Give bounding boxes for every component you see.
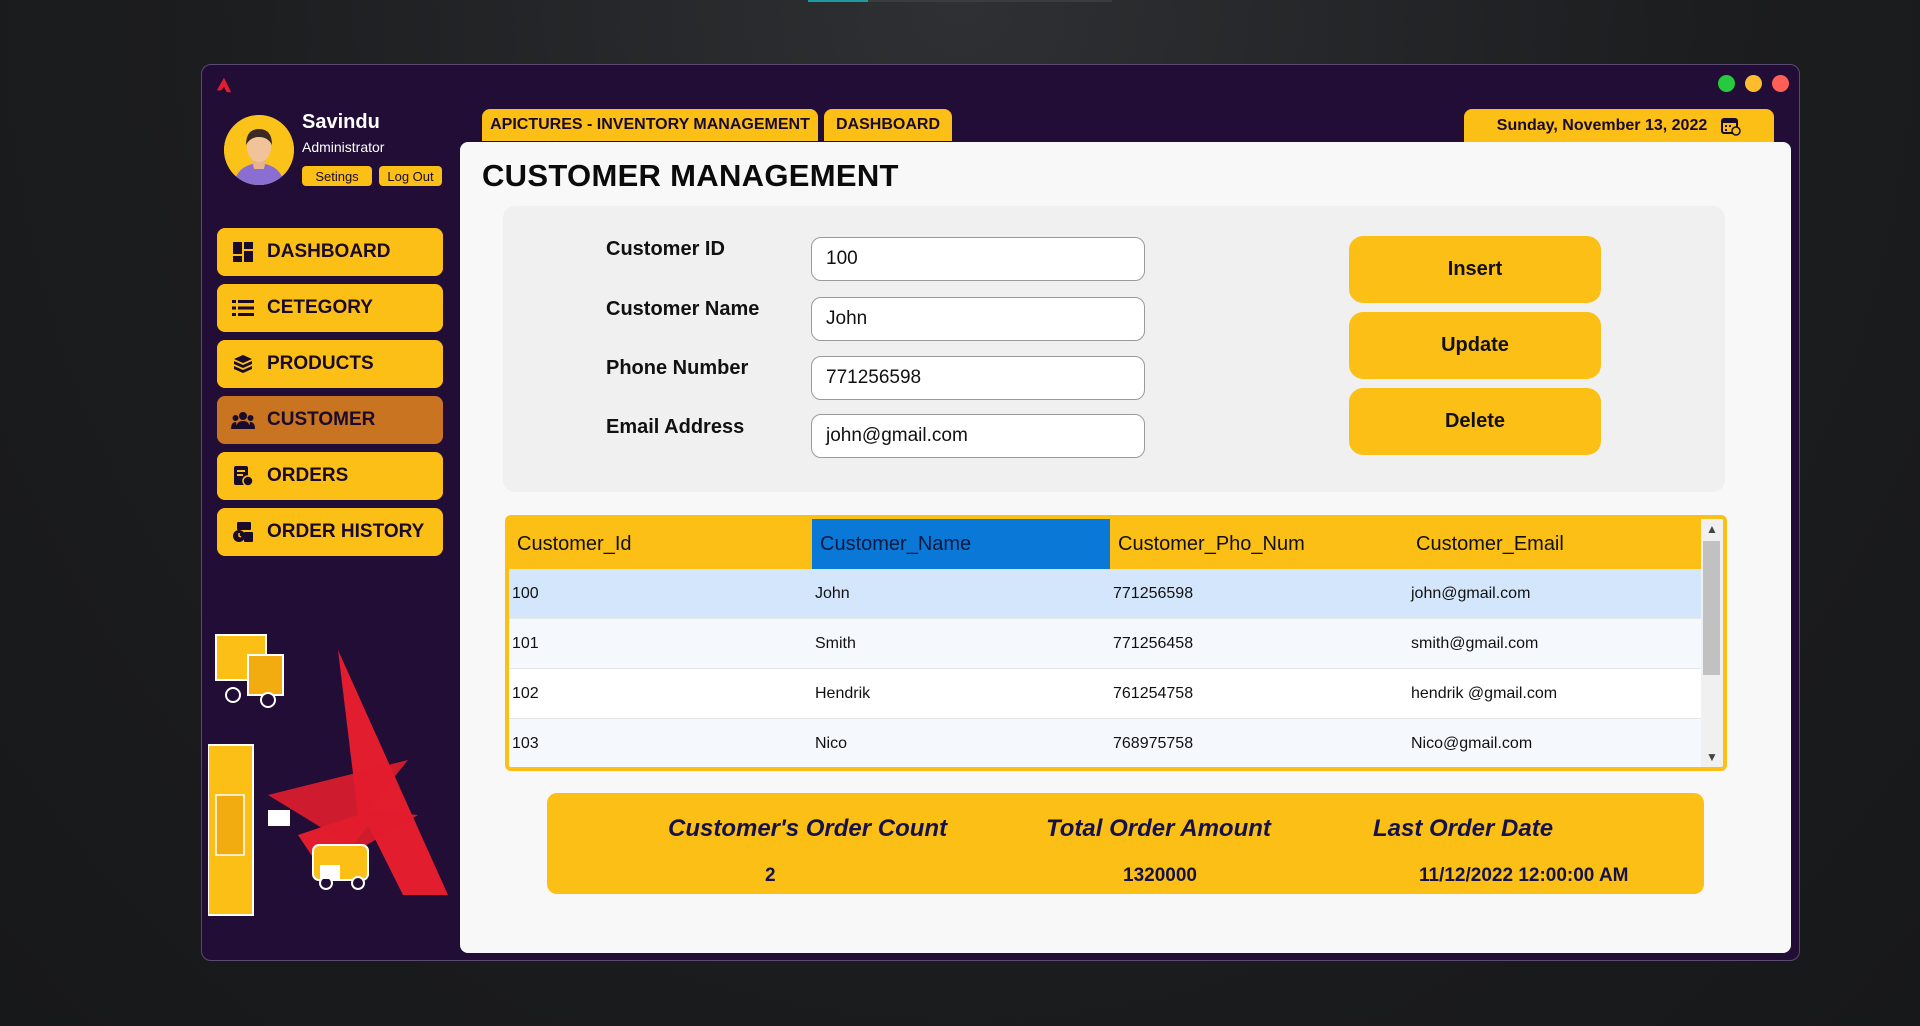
order-count-value: 2 [765,865,776,886]
table-row[interactable]: 100 John 771256598 john@gmail.com [509,569,1701,619]
table-header: Customer_Id Customer_Name Customer_Pho_N… [509,519,1701,569]
insert-button[interactable]: Insert [1349,236,1601,303]
cell-customer-id: 103 [512,734,539,752]
minimize-button[interactable] [1745,75,1762,92]
column-header-customer-email[interactable]: Customer_Email [1408,519,1701,569]
cell-customer-name: John [815,584,850,602]
column-header-customer-phone[interactable]: Customer_Pho_Num [1110,519,1408,569]
cell-customer-phone: 768975758 [1113,734,1194,752]
nav-item-dashboard[interactable]: DASHBOARD [217,228,443,276]
top-decoration [808,0,1112,2]
cell-customer-phone: 761254758 [1113,684,1194,702]
table-row[interactable]: 102 Hendrik 761254758 hendrik @gmail.com [509,669,1701,719]
cell-customer-phone: 771256458 [1113,634,1194,652]
order-summary-panel: Customer's Order Count 2 Total Order Amo… [547,793,1704,894]
main-content: CUSTOMER MANAGEMENT Customer ID 100 Cust… [460,142,1791,953]
calendar-icon[interactable] [1721,116,1741,136]
app-window: Savindu Administrator Setings Log Out DA… [201,64,1800,961]
cell-customer-name: Smith [815,634,856,652]
logout-button[interactable]: Log Out [379,166,442,186]
user-avatar-icon [224,115,294,185]
maximize-button[interactable] [1718,75,1735,92]
cell-customer-name: Nico [815,734,848,752]
customer-name-label: Customer Name [606,298,760,320]
cell-customer-email: hendrik @gmail.com [1411,684,1558,702]
cell-customer-email: smith@gmail.com [1411,634,1539,652]
column-header-customer-name[interactable]: Customer_Name [812,519,1110,569]
user-role: Administrator [302,139,385,155]
nav-label: CETEGORY [267,297,373,318]
cell-customer-email: john@gmail.com [1411,584,1531,602]
list-icon [231,297,255,319]
phone-number-label: Phone Number [606,357,749,379]
date-display: Sunday, November 13, 2022 [1464,109,1774,143]
date-label: Sunday, November 13, 2022 [1496,117,1708,134]
table-row[interactable]: 101 Smith 771256458 smith@gmail.com [509,619,1701,669]
phone-number-input[interactable]: 771256598 [811,356,1145,400]
tab-app-title[interactable]: APICTURES - INVENTORY MANAGEMENT [482,109,818,141]
nav-item-orders[interactable]: ORDERS [217,452,443,500]
cell-customer-id: 101 [512,634,539,652]
nav-item-customer[interactable]: CUSTOMER [217,396,443,444]
scrollbar-thumb[interactable] [1703,541,1720,675]
table-row[interactable]: 103 Nico 768975758 Nico@gmail.com [509,719,1701,767]
warehouse-illustration [208,634,448,916]
chevron-down-icon[interactable]: ▼ [1701,747,1723,767]
nav-label: PRODUCTS [267,353,374,374]
customer-table: Customer_Id Customer_Name Customer_Pho_N… [505,515,1727,771]
history-icon [231,521,255,543]
page-title: CUSTOMER MANAGEMENT [482,158,899,193]
cell-customer-phone: 771256598 [1113,584,1194,602]
nav-item-order-history[interactable]: ORDER HISTORY [217,508,443,556]
app-logo-icon [216,77,232,93]
column-header-customer-id[interactable]: Customer_Id [509,519,812,569]
delete-button[interactable]: Delete [1349,388,1601,455]
nav-label: DASHBOARD [267,241,391,262]
close-button[interactable] [1772,75,1789,92]
tab-dashboard[interactable]: DASHBOARD [824,109,952,141]
sidebar-nav: DASHBOARD CETEGORY PRODUCTS CUSTOMER ORD… [217,228,443,564]
settings-button[interactable]: Setings [302,166,372,186]
nav-label: CUSTOMER [267,409,376,430]
order-count-label: Customer's Order Count [668,815,948,842]
email-address-input[interactable]: john@gmail.com [811,414,1145,458]
dashboard-icon [231,241,255,263]
last-order-date-label: Last Order Date [1373,815,1554,842]
avatar [224,115,294,185]
nav-label: ORDERS [267,465,349,486]
customer-form: Customer ID 100 Customer Name John Phone… [503,206,1725,492]
nav-item-products[interactable]: PRODUCTS [217,340,443,388]
orders-icon [231,465,255,487]
email-address-label: Email Address [606,416,745,438]
customer-name-input[interactable]: John [811,297,1145,341]
boxes-icon [231,353,255,375]
last-order-date-value: 11/12/2022 12:00:00 AM [1419,865,1629,886]
nav-label: ORDER HISTORY [267,521,425,542]
users-icon [231,409,255,431]
window-controls [1718,75,1789,92]
nav-item-category[interactable]: CETEGORY [217,284,443,332]
cell-customer-email: Nico@gmail.com [1411,734,1533,752]
customer-id-label: Customer ID [606,238,725,260]
cell-customer-id: 100 [512,584,539,602]
chevron-up-icon[interactable]: ▲ [1701,519,1723,539]
customer-id-input[interactable]: 100 [811,237,1145,281]
total-amount-value: 1320000 [1123,865,1197,886]
update-button[interactable]: Update [1349,312,1601,379]
table-scrollbar[interactable]: ▲ ▼ [1701,519,1723,767]
user-name: Savindu [302,111,380,133]
cell-customer-id: 102 [512,684,539,702]
total-amount-label: Total Order Amount [1046,815,1271,842]
cell-customer-name: Hendrik [815,684,871,702]
